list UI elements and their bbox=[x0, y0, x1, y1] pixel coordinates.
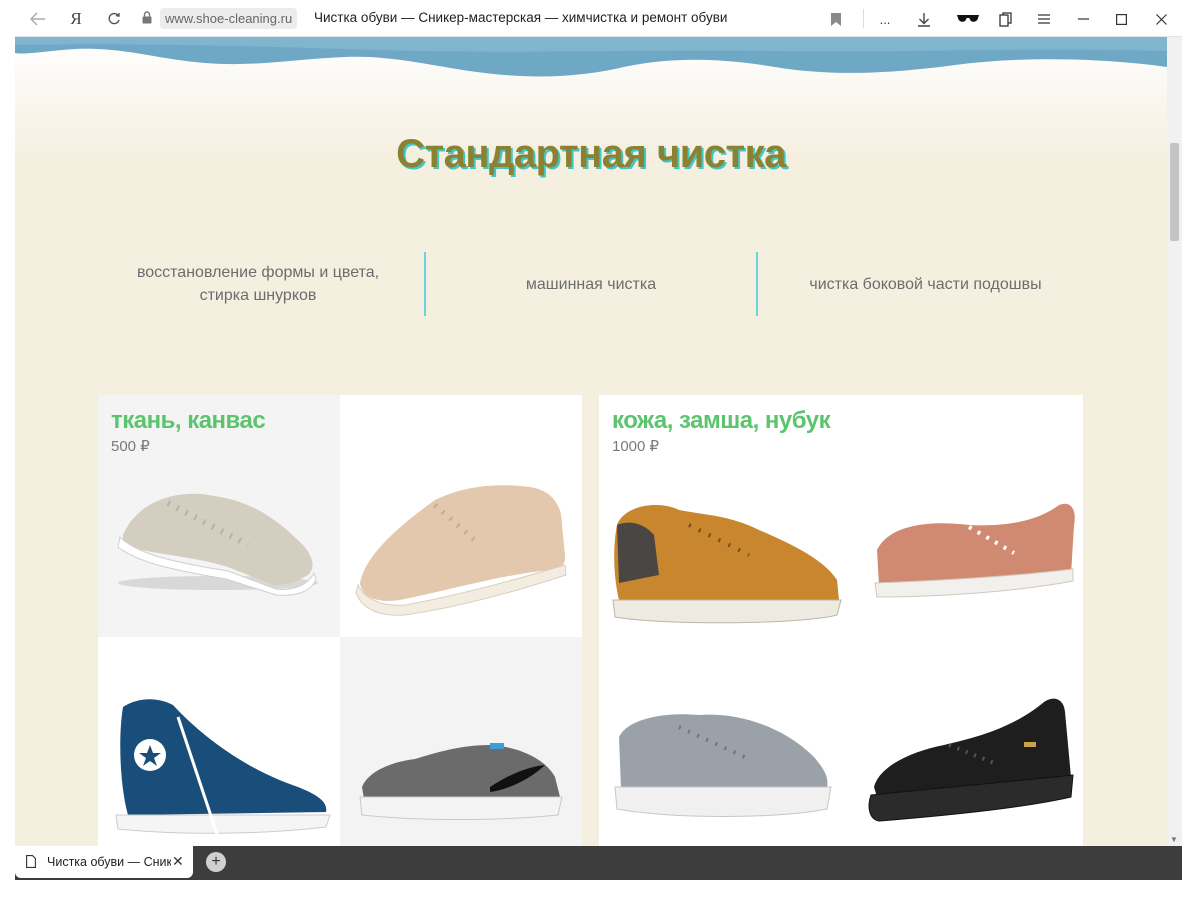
vertical-scrollbar[interactable]: ▼ bbox=[1167, 37, 1182, 846]
yandex-logo-icon[interactable]: Я bbox=[63, 6, 89, 32]
browser-toolbar: Я www.shoe-cleaning.ru Чистка обуви — Сн… bbox=[15, 0, 1182, 37]
toolbar-separator bbox=[863, 9, 864, 28]
card-title: кожа, замша, нубук bbox=[612, 407, 831, 434]
minimize-icon[interactable] bbox=[1070, 6, 1096, 32]
more-menu-button[interactable]: ... bbox=[872, 6, 898, 32]
tab-close-icon[interactable]: ✕ bbox=[172, 853, 184, 870]
shoe-image bbox=[340, 637, 582, 846]
feature-item: восстановление формы и цвета, стирка шну… bbox=[136, 264, 380, 304]
address-bar-domain[interactable]: www.shoe-cleaning.ru bbox=[160, 8, 298, 29]
browser-tab[interactable]: Чистка обуви — Сникер-мастерская ✕ bbox=[15, 846, 193, 878]
card-price: 500 ₽ bbox=[111, 438, 150, 455]
document-icon bbox=[26, 855, 36, 871]
scroll-down-arrow-icon[interactable]: ▼ bbox=[1170, 835, 1178, 844]
close-window-icon[interactable] bbox=[1148, 6, 1174, 32]
shoe-image bbox=[340, 395, 582, 637]
shoe-image bbox=[599, 637, 849, 846]
lock-icon bbox=[142, 11, 152, 27]
tab-strip: Чистка обуви — Сникер-мастерская ✕ + bbox=[15, 846, 1182, 880]
browser-window: Я www.shoe-cleaning.ru Чистка обуви — Сн… bbox=[15, 0, 1182, 880]
page-viewport: Стандартная чистка восстановление формы … bbox=[15, 37, 1167, 846]
section-heading: Стандартная чистка bbox=[396, 132, 786, 176]
download-icon[interactable] bbox=[911, 6, 937, 32]
shoe-image bbox=[599, 465, 849, 637]
card-price: 1000 ₽ bbox=[612, 438, 660, 455]
shoe-image bbox=[849, 465, 1083, 637]
feature-item: чистка боковой части подошвы bbox=[809, 275, 1042, 293]
scrollbar-thumb[interactable] bbox=[1170, 143, 1179, 241]
bookmark-icon[interactable] bbox=[823, 6, 849, 32]
card-title: ткань, канвас bbox=[111, 407, 266, 434]
new-tab-button[interactable]: + bbox=[206, 852, 226, 872]
shoe-image bbox=[98, 637, 340, 846]
shoe-image bbox=[849, 637, 1083, 846]
back-arrow-icon[interactable] bbox=[25, 6, 51, 32]
feature-item: машинная чистка bbox=[525, 275, 657, 293]
feature-list: восстановление формы и цвета, стирка шну… bbox=[93, 252, 1093, 316]
protect-glasses-icon[interactable] bbox=[953, 6, 983, 32]
address-bar-page-title[interactable]: Чистка обуви — Сникер-мастерская — химчи… bbox=[314, 10, 727, 25]
price-card-fabric[interactable]: ткань, канвас 500 ₽ bbox=[98, 395, 582, 846]
tab-label: Чистка обуви — Сникер-мастерская bbox=[47, 855, 171, 869]
price-card-leather[interactable]: кожа, замша, нубук 1000 ₽ bbox=[599, 395, 1083, 846]
hamburger-menu-icon[interactable] bbox=[1031, 6, 1057, 32]
maximize-icon[interactable] bbox=[1108, 6, 1134, 32]
collections-icon[interactable] bbox=[992, 6, 1018, 32]
reload-icon[interactable] bbox=[101, 6, 127, 32]
